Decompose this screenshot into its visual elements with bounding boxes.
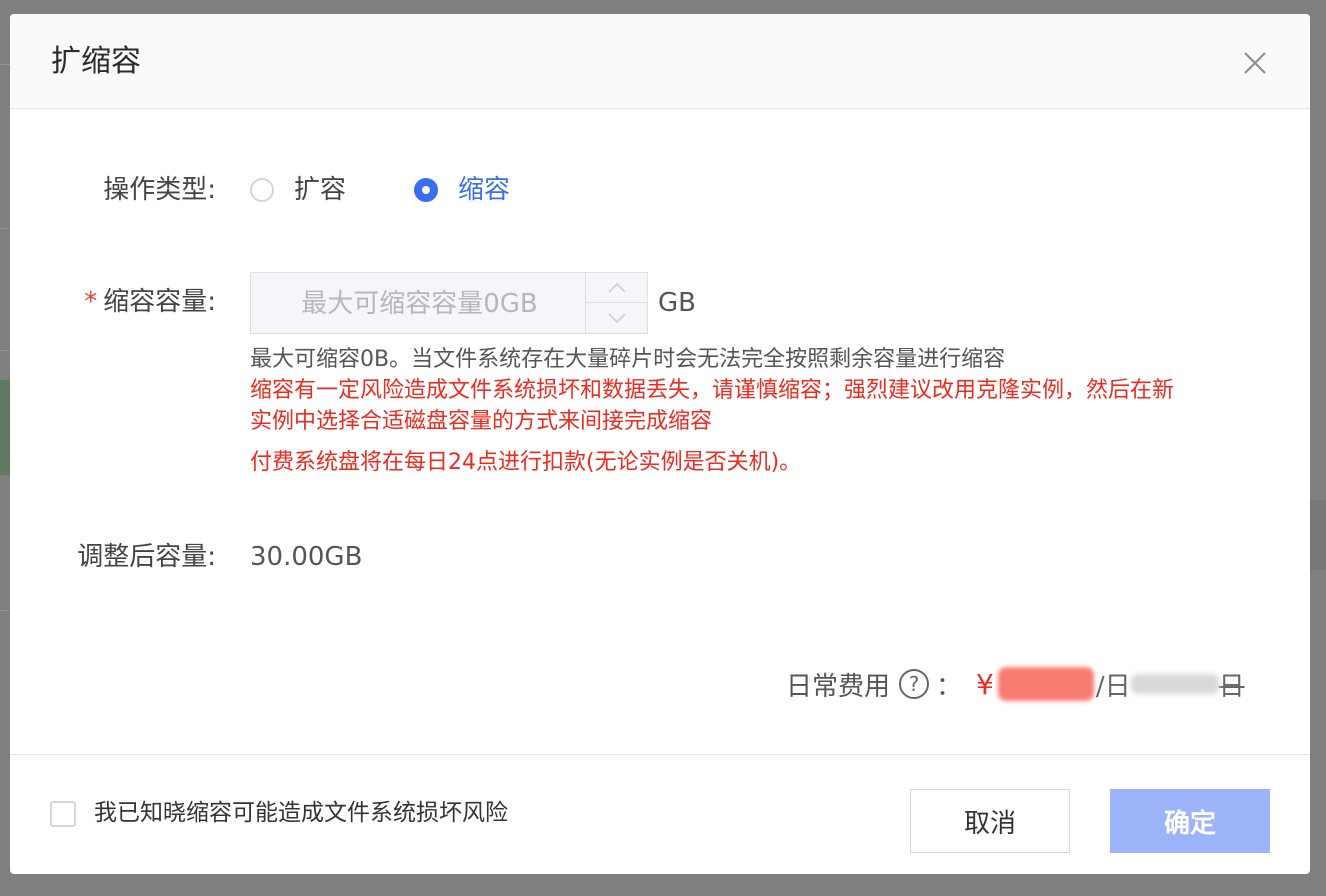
dialog-header: 扩缩容 [10,14,1310,109]
dialog-title: 扩缩容 [51,44,141,79]
dialog-footer: 我已知晓缩容可能造成文件系统损坏风险 取消 确定 [10,754,1310,874]
daily-fee: 日常费用 ? ： ¥ /日 日 [786,664,1245,704]
close-button[interactable] [1242,50,1268,76]
original-fee-redacted [1130,674,1219,694]
background-divider [0,610,10,611]
adjusted-capacity-value: 30.00GB [250,542,363,572]
background-thumbnail [0,380,10,475]
stepper-controls [585,273,648,333]
fee-unit: /日 [1095,671,1131,702]
daily-fee-colon: ： [936,671,963,702]
background-thumbnail [1310,500,1326,570]
svg-text:?: ? [909,672,920,696]
shrink-capacity-input[interactable] [251,273,588,335]
acknowledge-checkbox[interactable] [50,801,76,827]
radio-expand-label: 扩容 [294,175,347,205]
radio-expand-circle[interactable] [250,178,274,202]
adjusted-capacity-label: 调整后容量: [77,542,216,572]
shrink-capacity-label-text: 缩容容量: [103,287,216,317]
background-divider [0,228,10,229]
capacity-unit: GB [658,288,696,318]
fee-currency: ¥ [976,667,994,701]
operation-type-label: 操作类型: [103,175,216,205]
close-icon [1244,52,1266,74]
background-divider [0,350,10,351]
background-divider [0,64,10,65]
confirm-button[interactable]: 确定 [1110,789,1270,853]
billing-notice: 付费系统盘将在每日24点进行扣款(无论实例是否关机)。 [250,450,802,475]
chevron-up-icon [608,282,626,293]
resize-dialog: 扩缩容 操作类型: 扩容 缩容 * 缩容容量: 最大可缩容容量0GB GB 最大… [10,14,1310,874]
required-mark: * [84,287,98,317]
risk-warning-line2: 实例中选择合适磁盘容量的方式来间接完成缩容 [250,409,713,434]
cancel-button[interactable]: 取消 [910,789,1070,853]
risk-warning-line1: 缩容有一定风险造成文件系统损坏和数据丢失，请谨慎缩容；强烈建议改用克隆实例，然后… [250,378,1175,403]
help-icon[interactable]: ? [898,668,930,700]
max-shrink-hint: 最大可缩容0B。当文件系统存在大量碎片时会无法完全按照剩余容量进行缩容 [250,347,1006,372]
daily-fee-label: 日常费用 [786,671,891,702]
decrement-button[interactable] [586,303,648,333]
radio-shrink-label: 缩容 [458,175,511,205]
acknowledge-label[interactable]: 我已知晓缩容可能造成文件系统损坏风险 [94,797,508,829]
shrink-capacity-label: * 缩容容量: [50,284,216,320]
original-fee-unit: 日 [1218,671,1245,702]
shrink-capacity-stepper[interactable] [250,272,648,335]
radio-expand[interactable]: 扩容 [250,172,346,208]
increment-button[interactable] [586,273,648,303]
chevron-down-icon [608,313,626,323]
fee-amount-redacted [997,667,1094,701]
radio-shrink[interactable]: 缩容 [414,172,510,208]
radio-shrink-circle[interactable] [414,178,438,202]
